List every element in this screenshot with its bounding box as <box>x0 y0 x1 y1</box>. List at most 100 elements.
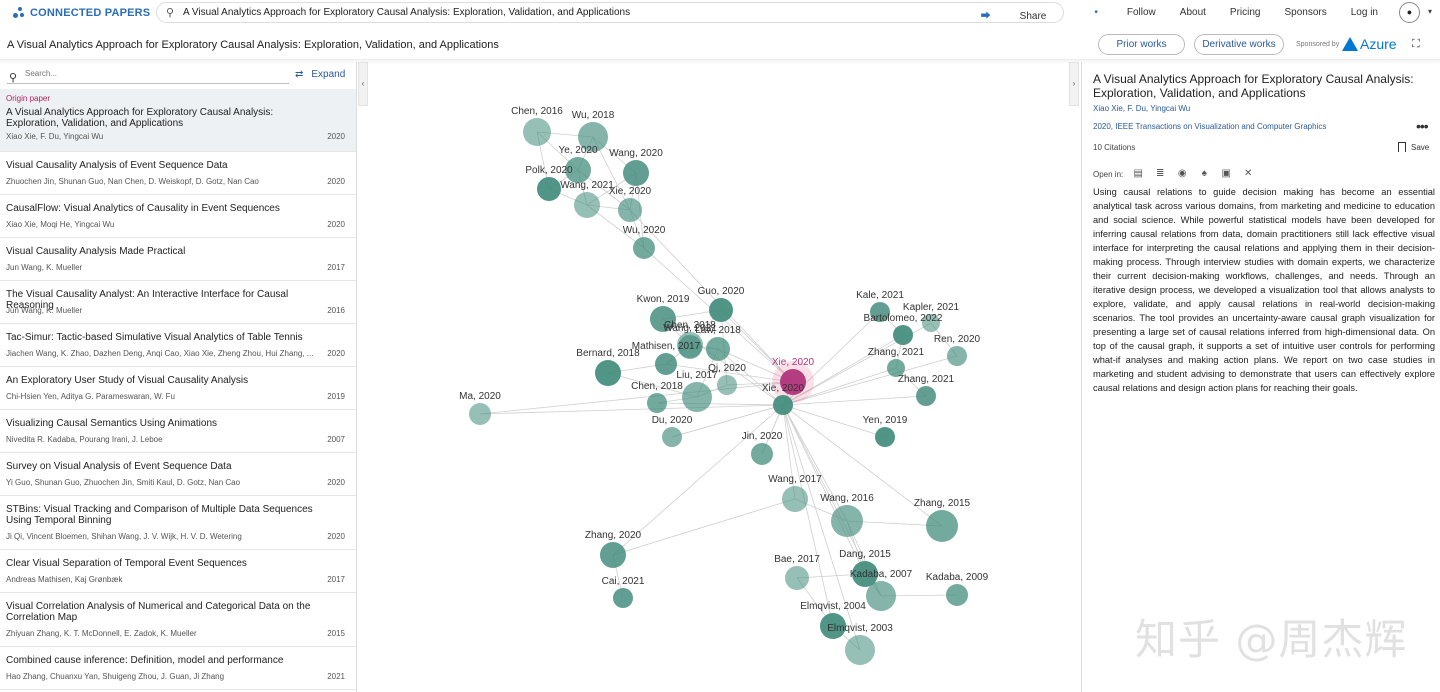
paper-year: 2020 <box>327 532 345 541</box>
paper-title: STBins: Visual Tracking and Comparison o… <box>6 504 313 526</box>
login-link[interactable]: Log in <box>1351 7 1378 22</box>
graph-node[interactable] <box>647 393 667 413</box>
detail-venue[interactable]: 2020, IEEE Transactions on Visualization… <box>1093 122 1326 131</box>
derivative-works-button[interactable]: Derivative works <box>1194 34 1284 55</box>
graph-node[interactable] <box>613 588 633 608</box>
paper-authors: Xiao Xie, F. Du, Yingcai Wu <box>6 132 104 141</box>
paper-list-item[interactable]: An Exploratory User Study of Visual Caus… <box>0 367 356 410</box>
detail-authors[interactable]: Xiao Xie, F. Du, Yingcai Wu <box>1093 104 1190 113</box>
paper-list-item[interactable]: Combined cause inference: Definition, mo… <box>0 647 356 690</box>
expand-button[interactable]: ⇄ Expand <box>295 69 345 80</box>
paper-link-icon[interactable]: ▣ <box>1219 168 1233 180</box>
graph-node[interactable] <box>831 505 863 537</box>
semantic-scholar-icon[interactable]: ≣ <box>1153 168 1167 180</box>
graph-node[interactable] <box>875 427 895 447</box>
graph-node-label: Wang, 2017 <box>768 474 822 485</box>
list-search-input[interactable] <box>25 69 285 78</box>
graph-node[interactable] <box>633 237 655 259</box>
pdf-icon[interactable]: ▤ <box>1131 168 1145 180</box>
more-options-icon[interactable]: ••• <box>1416 118 1429 134</box>
graph-node[interactable] <box>946 584 968 606</box>
graph-node[interactable] <box>751 443 773 465</box>
collapse-right-icon[interactable]: › <box>1069 62 1079 106</box>
graph-node[interactable] <box>600 542 626 568</box>
paper-list-item[interactable]: The Visual Causality Analyst: An Interac… <box>0 281 356 324</box>
paper-year: 2020 <box>327 349 345 358</box>
graph-node[interactable] <box>574 192 600 218</box>
share-button[interactable]: ⮕ Share <box>957 7 1047 22</box>
prior-works-button[interactable]: Prior works <box>1098 34 1185 55</box>
azure-sponsor-logo[interactable]: Azure <box>1342 36 1397 52</box>
graph-node[interactable] <box>866 581 896 611</box>
paper-list-item[interactable]: STBins: Visual Tracking and Comparison o… <box>0 496 356 550</box>
paper-list-item[interactable]: Tac-Simur: Tactic-based Simulative Visua… <box>0 324 356 367</box>
paper-authors: Jun Wang, K. Mueller <box>6 306 83 315</box>
user-icon: ● <box>1406 7 1413 17</box>
collapse-left-icon[interactable]: ‹ <box>358 62 368 106</box>
brand-logo[interactable]: CONNECTED PAPERS <box>13 6 150 19</box>
detail-title[interactable]: A Visual Analytics Approach for Explorat… <box>1093 72 1435 100</box>
top-search-input[interactable]: A Visual Analytics Approach for Explorat… <box>183 7 630 18</box>
graph-node[interactable] <box>845 635 875 665</box>
graph-node[interactable] <box>893 325 913 345</box>
graph-node[interactable] <box>717 375 737 395</box>
graph-node[interactable] <box>682 382 712 412</box>
paper-list-item[interactable]: Visual Causality Analysis Made Practical… <box>0 238 356 281</box>
paper-list-item[interactable]: Survey on Visual Analysis of Event Seque… <box>0 453 356 496</box>
paper-title: CausalFlow: Visual Analytics of Causalit… <box>6 203 280 214</box>
graph-node[interactable] <box>655 353 677 375</box>
sponsors-link[interactable]: Sponsors <box>1285 7 1327 22</box>
paper-list-item[interactable]: Visual Causality Analysis of Event Seque… <box>0 152 356 195</box>
paper-list-item[interactable]: CausalFlow: Visual Analytics of Causalit… <box>0 195 356 238</box>
google-scholar-icon[interactable]: ♠ <box>1197 168 1211 180</box>
graph-node-label: Ma, 2020 <box>459 391 501 402</box>
paper-list-item[interactable]: Clear Visual Separation of Temporal Even… <box>0 550 356 593</box>
paper-authors: Andreas Mathisen, Kaj Grønbæk <box>6 575 123 584</box>
graph-node[interactable] <box>947 346 967 366</box>
fullscreen-icon[interactable]: ⛶ <box>1412 38 1420 51</box>
graph-node-label: Zhang, 2015 <box>913 498 971 509</box>
list-search[interactable]: ⚲ <box>7 68 289 84</box>
graph-node-label: Ren, 2020 <box>933 334 981 345</box>
graph-node[interactable] <box>926 510 958 542</box>
graph-node[interactable] <box>916 386 936 406</box>
chevron-down-icon[interactable]: ▾ <box>1428 7 1432 16</box>
graph-node[interactable] <box>623 160 649 186</box>
graph-node[interactable] <box>782 486 808 512</box>
paper-title: Visual Correlation Analysis of Numerical… <box>6 601 311 623</box>
graph-node[interactable] <box>773 395 793 415</box>
paper-year: 2020 <box>327 478 345 487</box>
paper-year: 2017 <box>327 263 345 272</box>
paper-list-item[interactable]: Visualizing Causal Semantics Using Anima… <box>0 410 356 453</box>
follow-button[interactable]: • Follow <box>1070 7 1155 22</box>
paper-title: Combined cause inference: Definition, mo… <box>6 655 284 666</box>
graph-node[interactable] <box>618 198 642 222</box>
graph-node[interactable] <box>709 298 733 322</box>
user-avatar-button[interactable]: ● <box>1399 2 1420 23</box>
graph-node[interactable] <box>662 427 682 447</box>
graph-node-label: Chen, 2018 <box>631 381 683 392</box>
citation-graph[interactable]: Chen, 2016 Wu, 2018 Ye, 2020 Wang, 2020 Polk… <box>372 62 1062 692</box>
graph-node[interactable] <box>595 360 621 386</box>
azure-icon <box>1342 37 1358 51</box>
graph-node-label: Elmqvist, 2003 <box>827 623 893 634</box>
about-link[interactable]: About <box>1180 7 1206 22</box>
paper-list-item[interactable]: Visual Correlation Analysis of Numerical… <box>0 593 356 647</box>
graph-node-label: Chen, 2016 <box>511 106 563 117</box>
citation-count: 10 Citations <box>1093 143 1136 152</box>
origin-paper-item[interactable]: Origin paper A Visual Analytics Approach … <box>0 89 356 152</box>
graph-node[interactable] <box>537 177 561 201</box>
top-search-bar[interactable]: ⚲ A Visual Analytics Approach for Explor… <box>156 2 1064 23</box>
nav-links: ⮕ Share • Follow About Pricing Sponsors Lo… <box>933 7 1378 22</box>
graph-node[interactable] <box>785 566 809 590</box>
graph-node[interactable] <box>523 118 551 146</box>
sponsored-by-label: Sponsored by <box>1296 41 1340 48</box>
graph-node[interactable] <box>469 403 491 425</box>
save-button[interactable]: Save <box>1398 142 1429 152</box>
graph-node[interactable] <box>706 337 730 361</box>
pricing-link[interactable]: Pricing <box>1230 7 1261 22</box>
x-icon[interactable]: ✕ <box>1241 168 1255 180</box>
paper-title: Tac-Simur: Tactic-based Simulative Visua… <box>6 332 303 343</box>
doi-icon[interactable]: ◉ <box>1175 168 1189 180</box>
search-icon: ⚲ <box>165 7 175 19</box>
